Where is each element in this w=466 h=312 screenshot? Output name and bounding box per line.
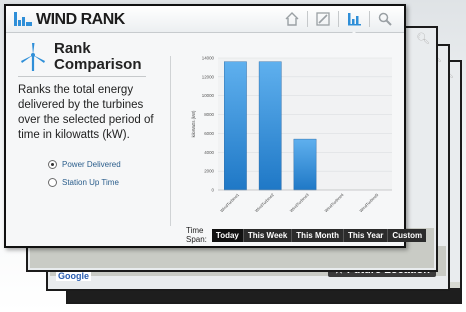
- x-tick-label: WindTurbine4: [323, 192, 345, 214]
- wind-turbine-icon: [21, 43, 45, 71]
- search-icon: 🔍︎: [416, 33, 430, 45]
- time-span-buttons: Today This Week This Month This Year Cus…: [211, 228, 427, 242]
- y-tick-label: 2000: [204, 169, 214, 174]
- radio-button-checked[interactable]: [48, 160, 57, 169]
- bar[interactable]: [224, 61, 247, 191]
- time-span-bar: Time Span: Today This Week This Month Th…: [186, 226, 427, 244]
- time-span-today-button[interactable]: Today: [211, 228, 244, 242]
- map-logo: Google: [56, 271, 91, 281]
- panel-divider: [170, 56, 171, 226]
- x-tick-label: WindTurbine1: [219, 192, 241, 214]
- title-divider: [18, 76, 146, 77]
- toolbar-divider: [307, 11, 308, 27]
- time-span-month-button[interactable]: This Month: [292, 228, 344, 242]
- x-tick-label: WindTurbine3: [289, 192, 311, 214]
- y-tick-label: 12000: [202, 74, 215, 79]
- chart-edit-icon[interactable]: [314, 10, 332, 28]
- radio-button[interactable]: [48, 178, 57, 187]
- rank-comparison-panel: WIND RANK Rank Comparison Ranks the tota…: [4, 4, 427, 248]
- option-label: Power Delivered: [62, 160, 121, 169]
- bar[interactable]: [293, 138, 317, 191]
- y-tick-label: 0: [212, 188, 215, 193]
- time-span-year-button[interactable]: This Year: [344, 228, 389, 242]
- search-icon[interactable]: [376, 10, 394, 28]
- app-title: WIND RANK: [36, 11, 125, 28]
- bar[interactable]: [258, 61, 282, 191]
- y-tick-label: 6000: [204, 131, 214, 136]
- panel-description: Ranks the total energy delivered by the …: [18, 84, 154, 141]
- x-tick-label: WindTurbine2: [254, 192, 276, 214]
- home-icon[interactable]: [283, 10, 301, 28]
- toolbar-divider: [369, 11, 370, 27]
- info-panel: Rank Comparison Ranks the total energy d…: [6, 32, 164, 246]
- time-span-week-button[interactable]: This Week: [244, 228, 293, 242]
- time-span-label: Time Span:: [186, 226, 207, 244]
- x-tick-label: WindTurbine5: [358, 192, 380, 214]
- y-tick-label: 10000: [202, 93, 215, 98]
- app-logo-icon: [14, 12, 32, 26]
- panel-subtitle: Comparison: [54, 56, 142, 73]
- rank-bar-chart: 0 2000 4000 6000 8000 10000 12000 14000 kiloWatt…: [191, 56, 392, 214]
- time-span-custom-button[interactable]: Custom: [388, 229, 426, 242]
- toolbar-divider: [338, 11, 339, 27]
- app-header: WIND RANK: [6, 6, 404, 35]
- option-label: Station Up Time: [62, 178, 119, 187]
- y-axis-label: kiloWatts (kW): [191, 110, 196, 137]
- panel-title: Rank: [54, 40, 91, 57]
- option-power-delivered[interactable]: Power Delivered: [48, 160, 121, 169]
- y-tick-label: 14000: [202, 56, 215, 61]
- y-tick-label: 8000: [204, 112, 214, 117]
- bar-chart-icon[interactable]: [345, 10, 363, 35]
- y-tick-label: 4000: [204, 150, 214, 155]
- header-toolbar: [277, 9, 394, 35]
- option-station-up-time[interactable]: Station Up Time: [48, 178, 119, 187]
